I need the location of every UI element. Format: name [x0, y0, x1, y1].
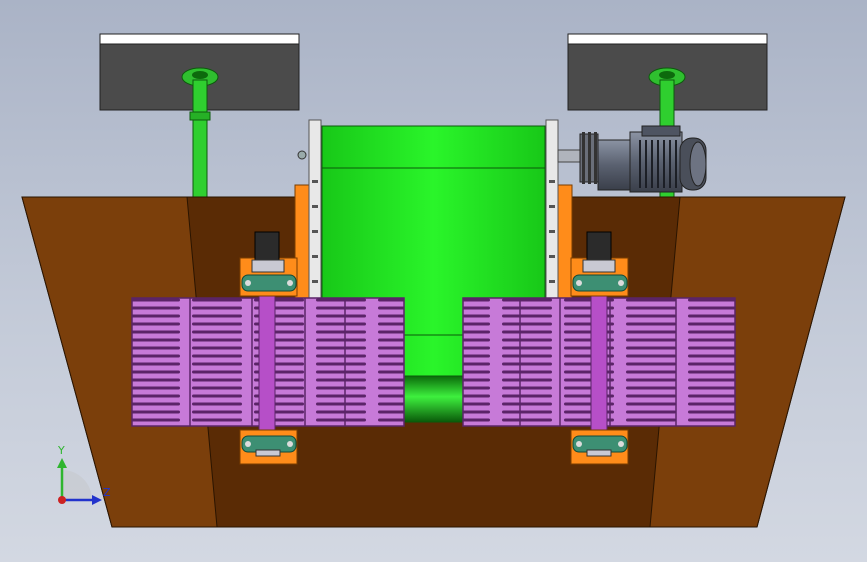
left-lower-bearing[interactable]: [239, 429, 298, 465]
gear-motor-icon[interactable]: [557, 125, 707, 193]
right-lower-bearing[interactable]: [570, 429, 629, 465]
axis-origin-icon: [58, 496, 66, 504]
y-axis-label: Y: [57, 444, 65, 457]
cad-viewport[interactable]: Y Z: [0, 0, 867, 562]
y-axis-arrow-icon: [57, 458, 67, 468]
z-axis-label: Z: [103, 486, 111, 499]
z-axis-arrow-icon: [92, 495, 102, 505]
right-frame-plate: [556, 184, 573, 301]
